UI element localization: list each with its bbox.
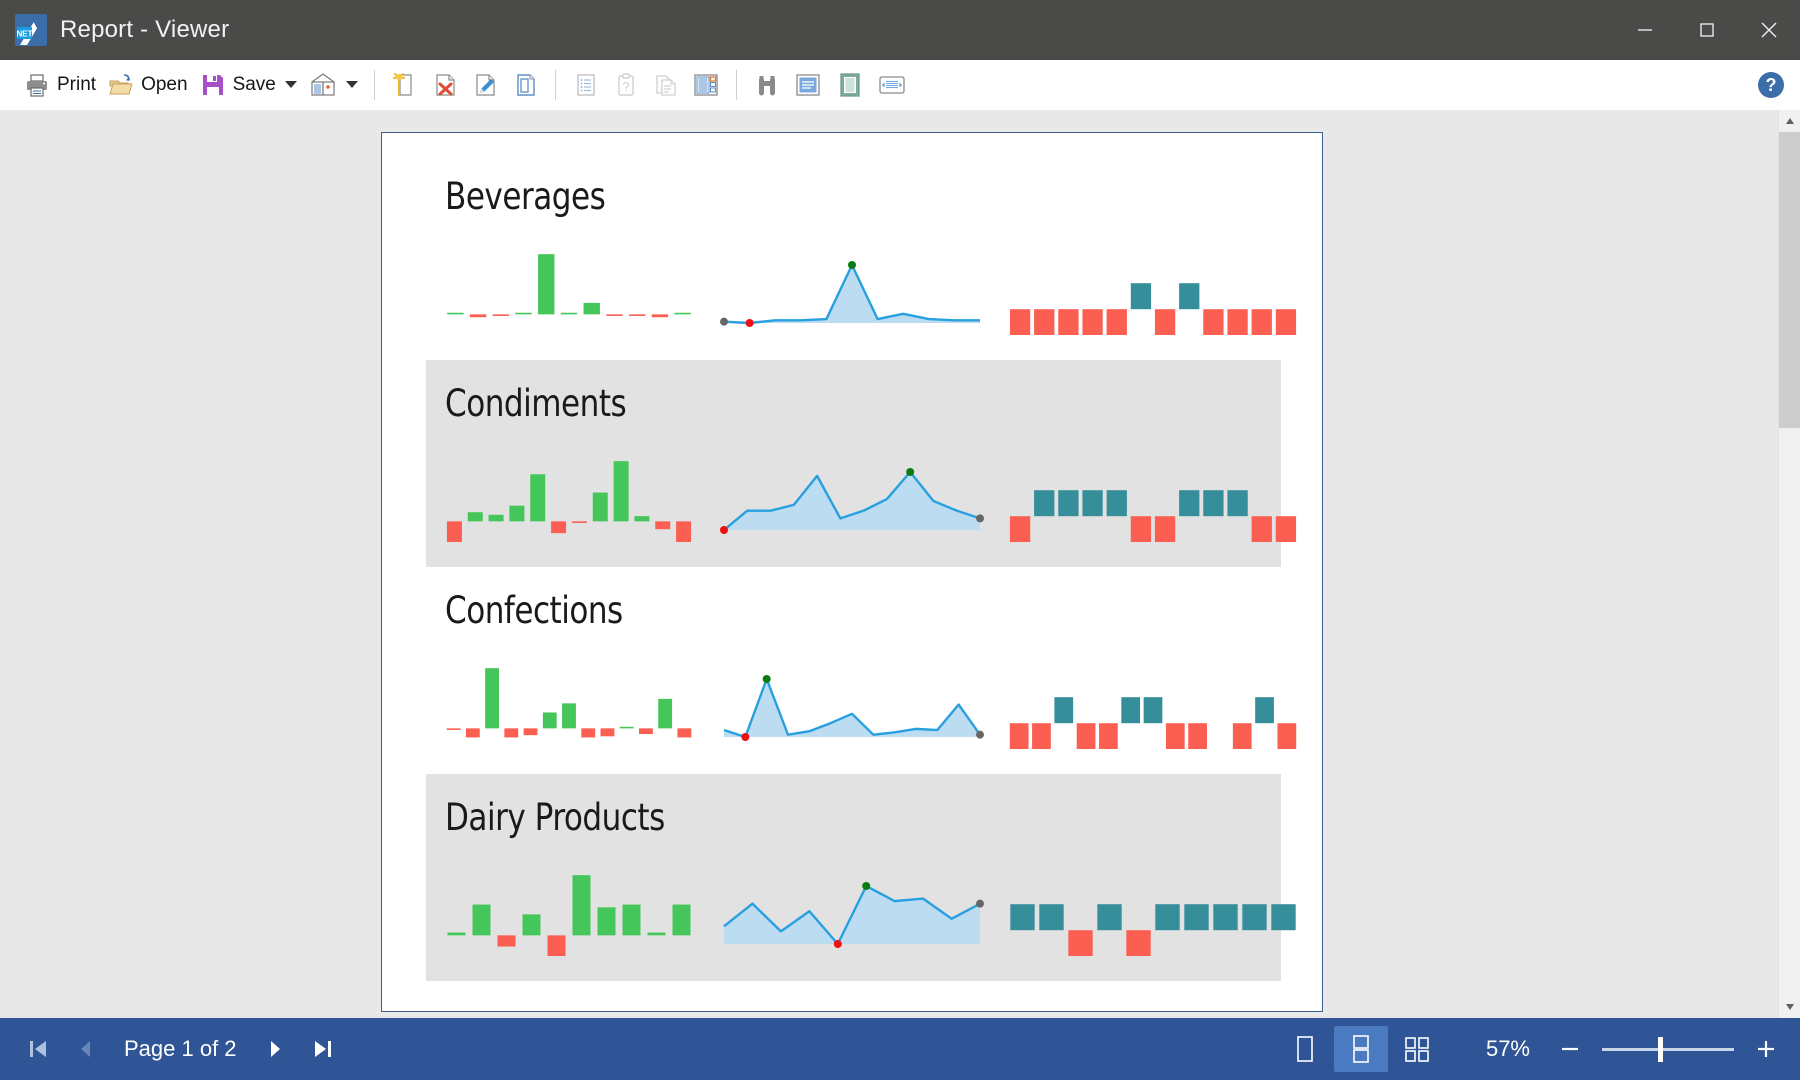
thumbnails-panel-icon (692, 71, 720, 99)
fit-width-icon (793, 70, 823, 100)
whole-page-button[interactable] (829, 65, 871, 105)
winloss-chart (1008, 456, 1298, 542)
zoom-level-label: 57% (1485, 1036, 1530, 1061)
scroll-thumb[interactable] (1779, 132, 1800, 428)
save-label: Save (232, 73, 276, 95)
toolbar-separator (373, 69, 375, 100)
report-viewer-window: NET Report - Viewer Print Open Save ? ? … (0, 0, 1800, 1080)
thumbnails-button[interactable] (686, 65, 726, 105)
open-label: Open (141, 73, 188, 95)
outline-button[interactable] (566, 65, 606, 105)
open-button[interactable]: Open (102, 65, 193, 105)
scroll-down-button[interactable] (1779, 996, 1800, 1018)
view-multiple-pages-button[interactable] (1390, 1026, 1444, 1072)
main-toolbar: Print Open Save ? ? (0, 60, 1800, 110)
net-report-icon: NET (14, 13, 48, 47)
chevron-down-icon[interactable] (284, 81, 297, 88)
print-label: Print (57, 73, 97, 95)
zoom-out-button[interactable] (1550, 1029, 1590, 1069)
floppy-disk-icon (200, 72, 226, 98)
view-continuous-button[interactable] (1334, 1026, 1388, 1072)
minimize-button[interactable] (1614, 0, 1676, 60)
row-category-title: Dairy Products (445, 796, 665, 839)
report-row: Confections (426, 567, 1297, 774)
vertical-scrollbar[interactable] (1778, 110, 1800, 1018)
delete-page-button[interactable] (425, 65, 465, 105)
page-delete-icon (431, 71, 459, 99)
maximize-button[interactable] (1676, 0, 1738, 60)
scroll-up-button[interactable] (1779, 110, 1800, 132)
find-button[interactable] (747, 65, 787, 105)
last-page-button[interactable] (299, 1025, 347, 1073)
outline-icon (572, 71, 600, 99)
new-page-icon (391, 71, 419, 99)
scroll-track[interactable] (1779, 132, 1800, 996)
toolbar-separator (735, 69, 737, 100)
winloss-chart (1008, 663, 1298, 749)
help-button[interactable]: ? (1756, 70, 1786, 100)
first-page-button[interactable] (14, 1025, 62, 1073)
whole-page-icon (835, 70, 865, 100)
page-frame-icon (511, 71, 539, 99)
sparkbar-change-chart (444, 663, 694, 749)
sparkline-value-chart (716, 456, 988, 542)
status-bar: Page 1 of 2 57% (0, 1018, 1800, 1080)
row-category-title: Condiments (445, 382, 627, 425)
winloss-chart (1008, 249, 1298, 335)
save-button[interactable]: Save (194, 65, 303, 105)
view-single-page-button[interactable] (1278, 1026, 1332, 1072)
page-width-button[interactable] (787, 65, 829, 105)
sparkbar-change-chart (444, 456, 694, 542)
page-setup-button[interactable] (303, 65, 364, 105)
sparkline-value-chart (716, 663, 988, 749)
next-page-button[interactable] (251, 1025, 299, 1073)
report-row: Condiments (426, 360, 1297, 567)
prev-page-button[interactable] (62, 1025, 110, 1073)
report-page: Beverages Condiments Confections Dairy Prod… (381, 132, 1323, 1012)
copy-page-icon (652, 71, 680, 99)
sparkline-value-chart (716, 249, 988, 335)
sparkbar-change-chart (444, 249, 694, 335)
document-scroll-region: Beverages Condiments Confections Dairy Prod… (0, 110, 1778, 1018)
sparkline-value-chart (716, 870, 988, 956)
page-edit-icon (471, 71, 499, 99)
zoom-in-button[interactable] (1746, 1029, 1786, 1069)
svg-text:?: ? (1766, 75, 1777, 95)
toolbar-separator (554, 69, 556, 100)
window-controls (1614, 0, 1800, 60)
binoculars-icon (753, 71, 781, 99)
clipboard-question-icon: ? (612, 71, 640, 99)
svg-text:?: ? (622, 79, 629, 94)
edit-page-button[interactable] (465, 65, 505, 105)
sparkbar-change-chart (444, 870, 694, 956)
chevron-down-icon[interactable] (345, 81, 358, 88)
title-bar: NET Report - Viewer (0, 0, 1800, 60)
row-category-title: Confections (445, 589, 623, 632)
new-report-button[interactable] (385, 65, 425, 105)
page-indicator: Page 1 of 2 (124, 1036, 237, 1061)
close-button[interactable] (1738, 0, 1800, 60)
page-margins-button[interactable] (871, 65, 913, 105)
report-row: Dairy Products (426, 774, 1296, 981)
winloss-chart (1008, 870, 1298, 956)
copy-page-button[interactable] (646, 65, 686, 105)
report-row: Beverages (426, 153, 1297, 360)
folder-open-icon (108, 72, 134, 98)
document-area: Beverages Condiments Confections Dairy Prod… (0, 110, 1800, 1018)
printer-icon (24, 72, 50, 98)
row-category-title: Beverages (445, 175, 606, 218)
window-title: Report - Viewer (60, 16, 230, 43)
svg-text:NET: NET (17, 30, 33, 39)
zoom-slider[interactable] (1602, 1036, 1734, 1062)
page-properties-button[interactable]: ? (606, 65, 646, 105)
page-setup-icon (309, 71, 337, 99)
print-button[interactable]: Print (18, 65, 102, 105)
view-controls: 57% (1278, 1026, 1786, 1072)
page-margins-icon (877, 70, 907, 100)
zoom-slider-thumb[interactable] (1658, 1036, 1663, 1062)
page-bookmarks-button[interactable] (505, 65, 545, 105)
